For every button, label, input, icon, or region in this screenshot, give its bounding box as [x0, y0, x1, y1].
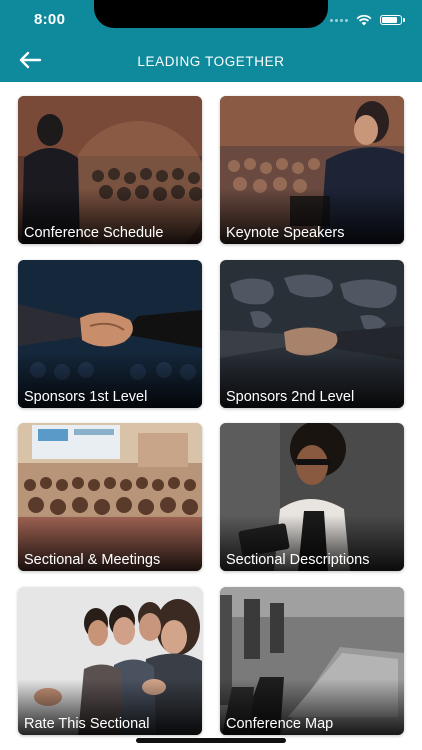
tile-sectional-descriptions[interactable]: Sectional Descriptions [220, 423, 404, 571]
wifi-icon [356, 14, 372, 26]
tile-label: Sectional Descriptions [226, 552, 370, 568]
tile-label: Keynote Speakers [226, 225, 345, 241]
tile-label: Sponsors 1st Level [24, 389, 148, 405]
battery-icon [380, 15, 405, 25]
tile-label: Conference Schedule [24, 225, 164, 241]
status-icons [330, 13, 405, 27]
tile-label: Sponsors 2nd Level [226, 389, 355, 405]
tile-rate-this-sectional[interactable]: Rate This Sectional [18, 587, 202, 735]
tile-label: Sectional & Meetings [24, 552, 161, 568]
page-title: LEADING TOGETHER [137, 54, 285, 69]
device-notch [94, 0, 328, 28]
tile-label: Rate This Sectional [24, 716, 150, 732]
signal-icon [330, 18, 348, 22]
tile-sponsors-2nd-level[interactable]: Sponsors 2nd Level [220, 260, 404, 408]
tile-keynote-speakers[interactable]: Keynote Speakers [220, 96, 404, 244]
tile-sectional-meetings[interactable]: Sectional & Meetings [18, 423, 202, 571]
tile-conference-schedule[interactable]: Conference Schedule [18, 96, 202, 244]
status-time: 8:00 [34, 11, 66, 28]
tile-label: Conference Map [226, 716, 334, 732]
tile-sponsors-1st-level[interactable]: Sponsors 1st Level [18, 260, 202, 408]
app-header: 8:00 LEADING TOGETHER [0, 0, 422, 82]
home-indicator[interactable] [136, 738, 286, 743]
tile-conference-map[interactable]: Conference Map [220, 587, 404, 735]
